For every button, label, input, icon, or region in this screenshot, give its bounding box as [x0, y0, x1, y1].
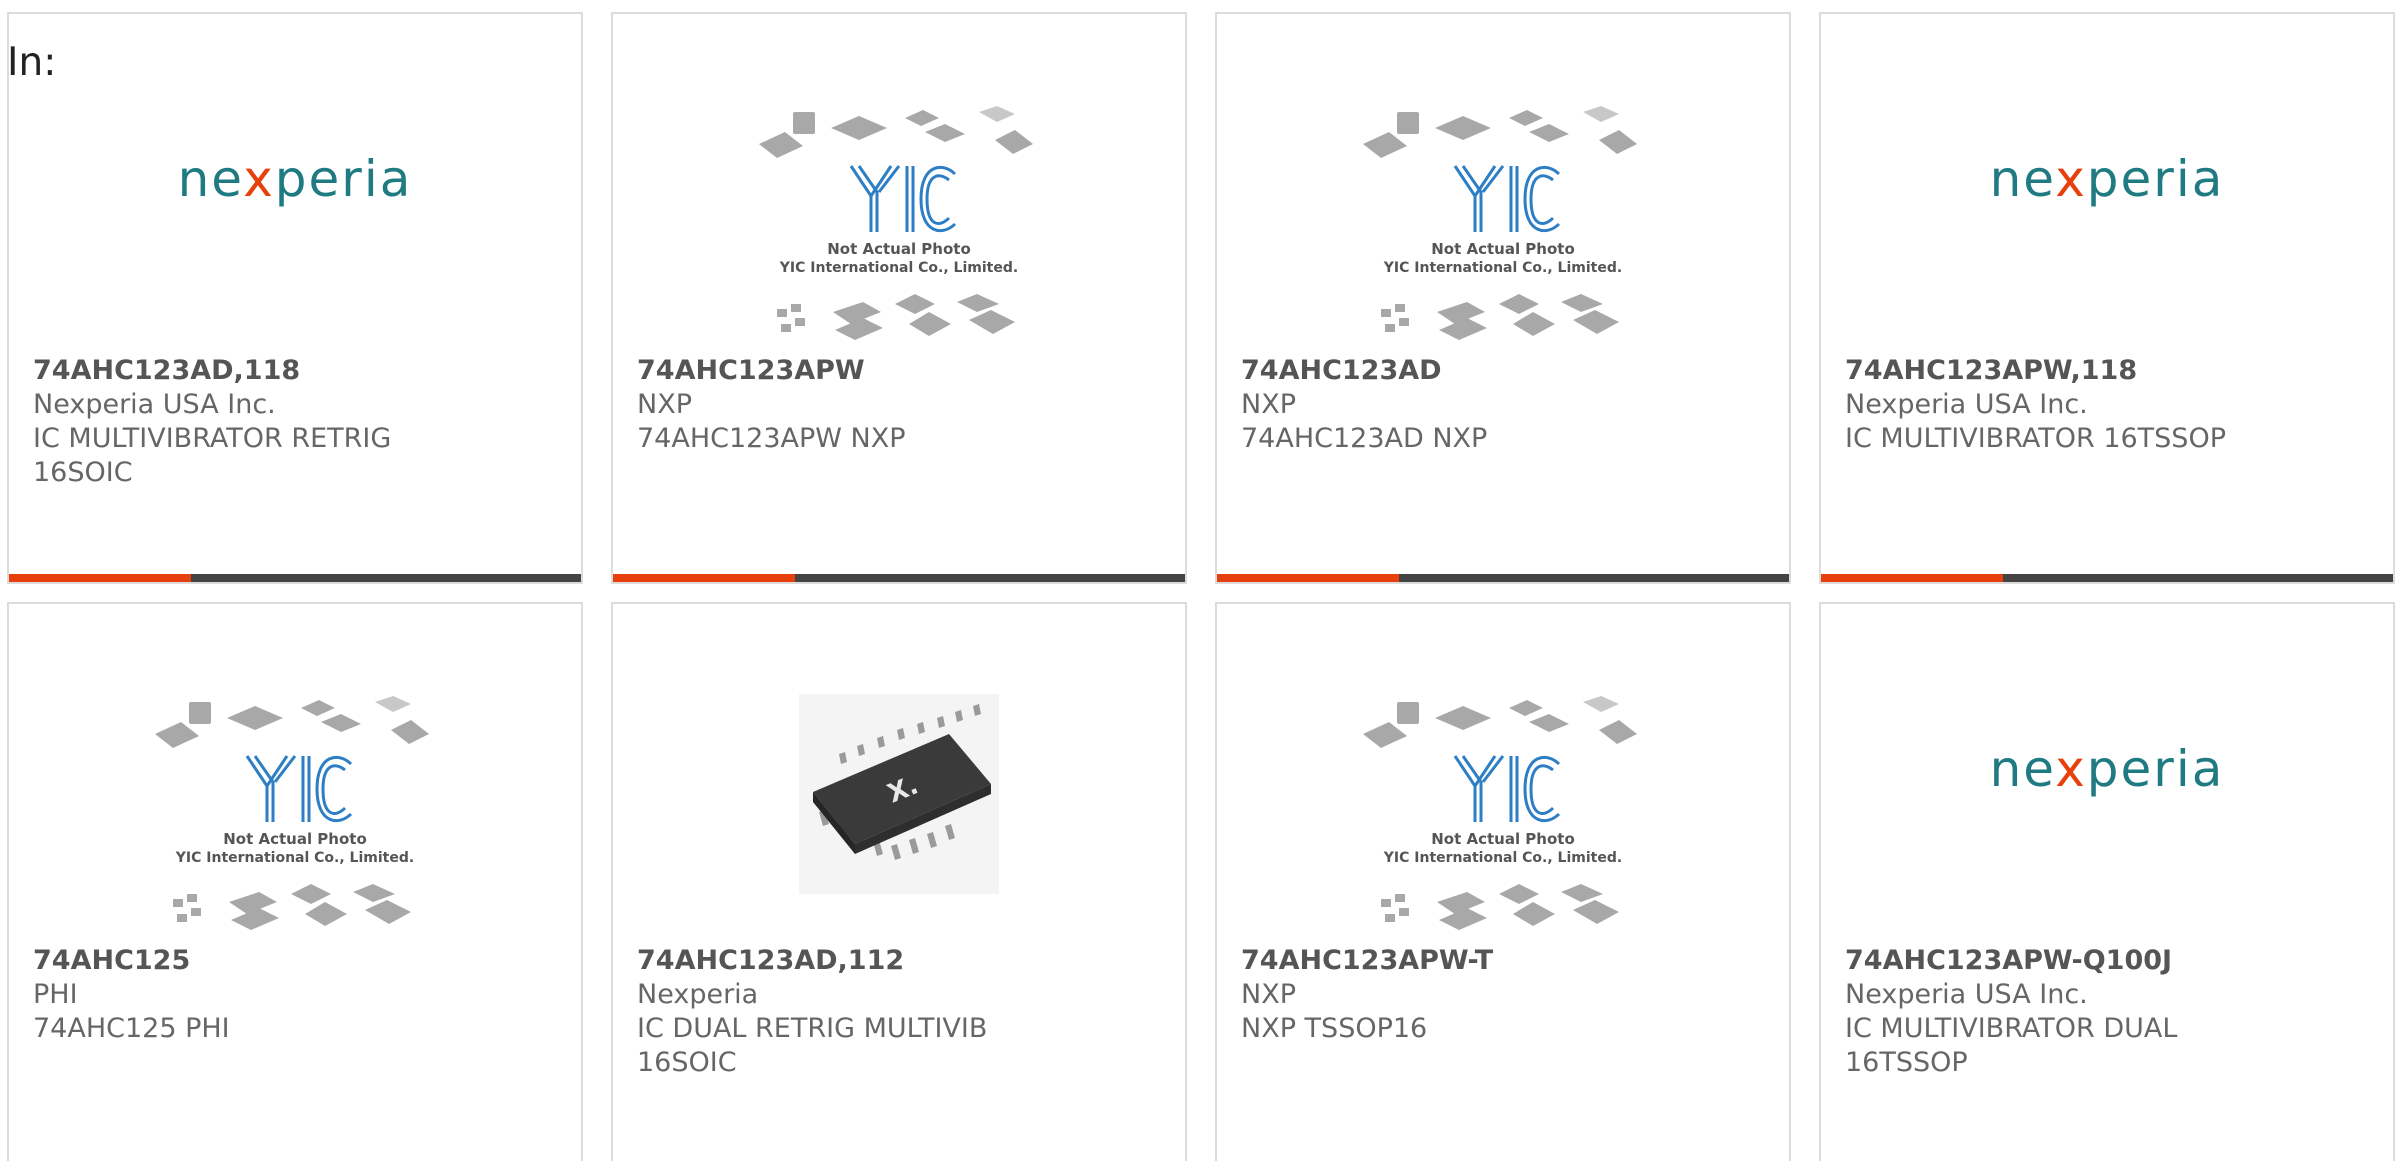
card-accent-bar	[1217, 574, 1399, 582]
in-label: In:	[7, 40, 57, 85]
part-number[interactable]: 74AHC123APW	[637, 354, 1165, 388]
part-number[interactable]: 74AHC123APW,118	[1845, 354, 2373, 388]
svg-text:YIC International Co., Limited: YIC International Co., Limited.	[1383, 850, 1622, 866]
svg-text:Not Actual Photo: Not Actual Photo	[1431, 830, 1575, 848]
yic-placeholder-graphic: Not Actual Photo YIC International Co., …	[1363, 106, 1637, 340]
manufacturer: PHI	[33, 979, 78, 1010]
description: IC MULTIVIBRATOR RETRIG 16SOIC	[33, 423, 392, 488]
card-accent-bar	[613, 574, 795, 582]
card-bottom-bar	[613, 574, 1185, 582]
nexperia-logo-image: nexperia	[1821, 94, 2393, 364]
soic-chip-photo: X.	[613, 684, 1185, 954]
product-card[interactable]: nexperia 74AHC123AD,118 Nexperia USA Inc…	[7, 12, 583, 584]
product-card[interactable]: Not Actual Photo YIC International Co., …	[1215, 602, 1791, 1161]
yic-placeholder-image: Not Actual Photo YIC International Co., …	[613, 94, 1185, 364]
chip-icon: X.	[799, 694, 999, 894]
card-bottom-bar	[1217, 574, 1789, 582]
part-number[interactable]: 74AHC123AD,118	[33, 354, 561, 388]
yic-placeholder-graphic: Not Actual Photo YIC International Co., …	[759, 106, 1033, 340]
svg-text:Not Actual Photo: Not Actual Photo	[1431, 240, 1575, 258]
product-card[interactable]: Not Actual Photo YIC International Co., …	[7, 602, 583, 1161]
product-card[interactable]: nexperia 74AHC123APW,118 Nexperia USA In…	[1819, 12, 2395, 584]
part-number[interactable]: 74AHC123AD,112	[637, 944, 1165, 978]
part-number[interactable]: 74AHC123AD	[1241, 354, 1769, 388]
yic-placeholder-image: Not Actual Photo YIC International Co., …	[9, 684, 581, 954]
manufacturer: NXP	[1241, 389, 1296, 420]
description: 74AHC123AD NXP	[1241, 423, 1488, 454]
description: 74AHC123APW NXP	[637, 423, 906, 454]
nexperia-logo: nexperia	[1989, 740, 2225, 798]
description: NXP TSSOP16	[1241, 1013, 1428, 1044]
svg-text:YIC International Co., Limited: YIC International Co., Limited.	[175, 850, 414, 866]
yic-placeholder-graphic: Not Actual Photo YIC International Co., …	[155, 696, 429, 930]
product-card[interactable]: nexperia 74AHC123APW-Q100J Nexperia USA …	[1819, 602, 2395, 1161]
product-card[interactable]: Not Actual Photo YIC International Co., …	[611, 12, 1187, 584]
nexperia-logo-image: nexperia	[9, 94, 581, 364]
manufacturer: NXP	[637, 389, 692, 420]
manufacturer: Nexperia	[637, 979, 759, 1010]
product-grid-page: In: nexperia 74AHC123AD,118 Nexperia USA…	[0, 0, 2400, 1161]
manufacturer: NXP	[1241, 979, 1296, 1010]
nexperia-logo: nexperia	[1989, 150, 2225, 208]
description: IC DUAL RETRIG MULTIVIB 16SOIC	[637, 1013, 988, 1078]
svg-text:YIC International Co., Limited: YIC International Co., Limited.	[779, 260, 1018, 276]
product-card[interactable]: Not Actual Photo YIC International Co., …	[1215, 12, 1791, 584]
card-accent-bar	[9, 574, 191, 582]
yic-placeholder-image: Not Actual Photo YIC International Co., …	[1217, 94, 1789, 364]
part-number[interactable]: 74AHC123APW-T	[1241, 944, 1769, 978]
svg-text:YIC International Co., Limited: YIC International Co., Limited.	[1383, 260, 1622, 276]
card-bottom-bar	[9, 574, 581, 582]
yic-placeholder-image: Not Actual Photo YIC International Co., …	[1217, 684, 1789, 954]
manufacturer: Nexperia USA Inc.	[33, 389, 276, 420]
yic-placeholder-graphic: Not Actual Photo YIC International Co., …	[1363, 696, 1637, 930]
card-accent-bar	[1821, 574, 2003, 582]
description: IC MULTIVIBRATOR 16TSSOP	[1845, 423, 2226, 454]
manufacturer: Nexperia USA Inc.	[1845, 979, 2088, 1010]
description: IC MULTIVIBRATOR DUAL 16TSSOP	[1845, 1013, 2178, 1078]
manufacturer: Nexperia USA Inc.	[1845, 389, 2088, 420]
part-number[interactable]: 74AHC125	[33, 944, 561, 978]
product-card[interactable]: X. 74AHC123AD,112 Nexperia IC DUAL RETRI…	[611, 602, 1187, 1161]
nexperia-logo: nexperia	[177, 150, 413, 208]
description: 74AHC125 PHI	[33, 1013, 230, 1044]
card-bottom-bar	[1821, 574, 2393, 582]
svg-text:Not Actual Photo: Not Actual Photo	[223, 830, 367, 848]
part-number[interactable]: 74AHC123APW-Q100J	[1845, 944, 2373, 978]
nexperia-logo-image: nexperia	[1821, 684, 2393, 954]
svg-text:Not Actual Photo: Not Actual Photo	[827, 240, 971, 258]
